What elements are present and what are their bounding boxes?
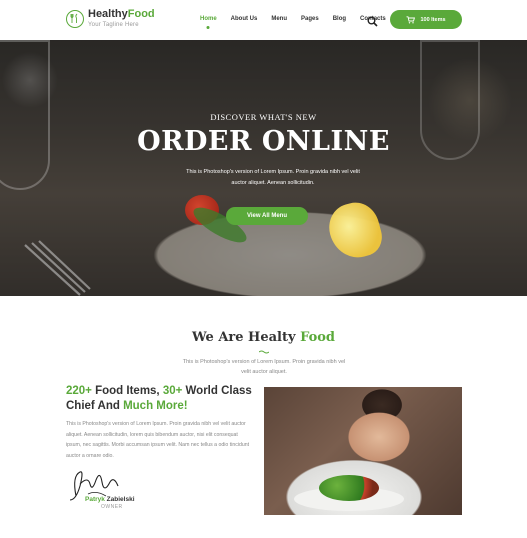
nav-about-us[interactable]: About Us	[231, 16, 258, 22]
nav-menu[interactable]: Menu	[271, 16, 287, 22]
section-intro-text: This is Photoshop's version of Lorem Ips…	[182, 359, 346, 375]
cart-label: 100 Items	[420, 16, 446, 23]
nav-blog[interactable]: Blog	[333, 16, 346, 22]
owner-role: OWNER	[101, 504, 123, 510]
hero-subtitle: DISCOVER WHAT'S NEW	[210, 112, 317, 122]
logo[interactable]: HealthyFood Your Tagline Here	[66, 9, 155, 28]
chef-photo	[264, 387, 462, 515]
hero-content: DISCOVER WHAT'S NEW ORDER ONLINE This is…	[0, 40, 527, 296]
salad-decor	[319, 475, 379, 501]
owner-name: Patryk Zabielski	[85, 496, 135, 503]
cart-button[interactable]: 100 Items	[390, 10, 462, 29]
feature-text: This is Photoshop's version of Lorem Ips…	[66, 421, 250, 459]
logo-tagline: Your Tagline Here	[88, 22, 139, 28]
nav-pages[interactable]: Pages	[301, 16, 319, 22]
view-all-menu-button[interactable]: View All Menu	[226, 207, 308, 225]
section-title: We Are Healty Food	[191, 330, 336, 345]
hero-banner: DISCOVER WHAT'S NEW ORDER ONLINE This is…	[0, 40, 527, 296]
cart-icon	[406, 15, 416, 23]
hero-text: This is Photoshop's version of Lorem Ips…	[186, 169, 360, 186]
feature-headline: 220+ Food Items, 30+ World Class Chief A…	[66, 385, 252, 412]
nav-home[interactable]: Home	[200, 16, 217, 22]
site-header: HealthyFood Your Tagline Here Home About…	[0, 0, 527, 40]
hero-title: ORDER ONLINE	[137, 126, 390, 157]
search-icon[interactable]	[367, 14, 378, 32]
logo-name: HealthyFood	[88, 8, 155, 20]
fork-knife-icon	[66, 9, 84, 28]
wave-divider-icon	[259, 350, 269, 354]
